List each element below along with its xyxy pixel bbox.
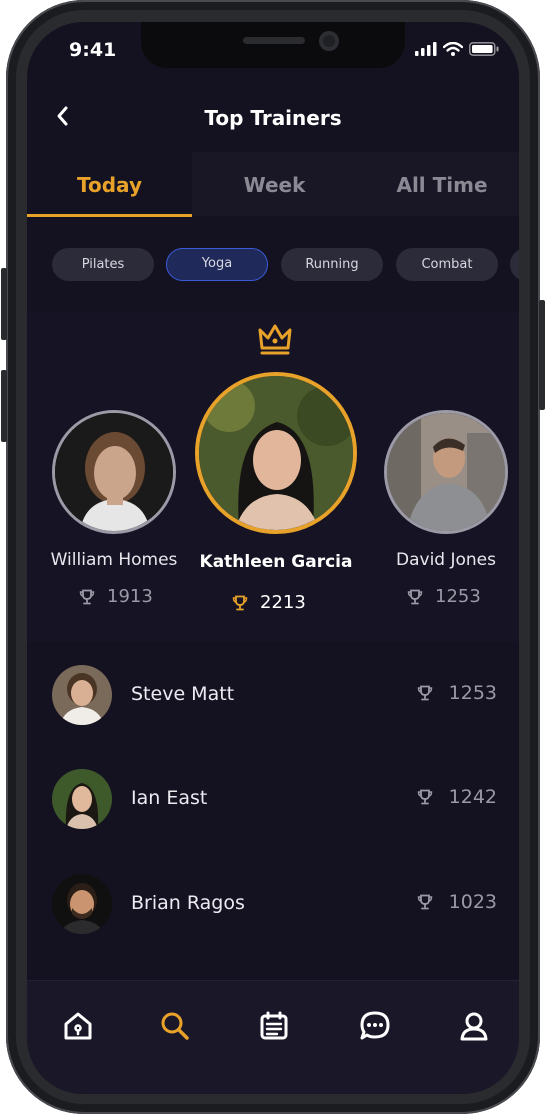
period-tabs: Today Week All Time [27, 152, 519, 216]
profile-icon [460, 1012, 488, 1041]
trainer-name: Ian East [131, 787, 208, 809]
signal-icon [415, 42, 437, 56]
second-place-score: 1913 [79, 586, 153, 607]
bottom-nav [27, 980, 519, 1094]
score-value: 1253 [448, 682, 497, 704]
battery-icon [469, 42, 499, 56]
list-item[interactable]: Steve Matt 1253 [27, 655, 519, 735]
category-chips: Pilates Yoga Running Combat [27, 248, 519, 282]
trophy-icon [417, 685, 432, 701]
first-place-name: Kathleen Garcia [199, 552, 353, 572]
chip-pilates[interactable]: Pilates [52, 248, 154, 281]
nav-calendar[interactable] [257, 1009, 291, 1043]
trophy-icon [417, 894, 432, 910]
score-value: 1253 [435, 586, 481, 607]
avatar [52, 874, 112, 934]
trainer-score: 1253 [417, 682, 497, 704]
volume-down-button [1, 370, 7, 442]
chip-combat[interactable]: Combat [396, 248, 498, 281]
calendar-icon [260, 1011, 288, 1040]
trainer-name: Brian Ragos [131, 892, 245, 914]
trainer-photo [52, 665, 112, 725]
active-tab-indicator [27, 214, 192, 217]
avatar-second-place[interactable] [52, 410, 176, 534]
second-place-name: William Homes [50, 550, 178, 570]
nav-home[interactable] [61, 1009, 95, 1043]
tab-all-time[interactable]: All Time [357, 152, 519, 216]
list-item[interactable]: Brian Ragos 1023 [27, 864, 519, 944]
trainer-photo [52, 769, 112, 829]
score-value: 1023 [448, 891, 497, 913]
nav-search[interactable] [158, 1009, 192, 1043]
app-screen: 9:41 Top Trainers Today Week All Time Pi… [27, 22, 519, 1094]
score-value: 1242 [448, 786, 497, 808]
trophy-icon [417, 789, 432, 805]
status-icons [415, 42, 499, 56]
avatar-third-place[interactable] [384, 410, 508, 534]
trophy-icon [407, 589, 423, 604]
trainer-photo [199, 376, 353, 530]
avatar [52, 769, 112, 829]
trainer-photo [52, 874, 112, 934]
trainer-photo [55, 413, 173, 531]
first-place-score: 2213 [232, 592, 306, 613]
trainer-photo [387, 413, 505, 531]
avatar-first-place[interactable] [195, 372, 357, 534]
nav-chat[interactable] [358, 1009, 392, 1043]
notch [141, 22, 405, 68]
score-value: 1913 [107, 586, 153, 607]
trainer-score: 1023 [417, 891, 497, 913]
third-place-name: David Jones [396, 550, 496, 570]
tab-today[interactable]: Today [27, 152, 192, 216]
trainer-score: 1242 [417, 786, 497, 808]
chip-more[interactable] [510, 248, 519, 281]
score-value: 2213 [260, 592, 306, 613]
status-time: 9:41 [69, 39, 117, 61]
chip-running[interactable]: Running [281, 248, 383, 281]
chip-yoga[interactable]: Yoga [166, 248, 268, 281]
crown-icon [258, 324, 292, 355]
wifi-icon [443, 42, 463, 56]
third-place-score: 1253 [407, 586, 481, 607]
trainer-name: Steve Matt [131, 683, 235, 705]
avatar [52, 665, 112, 725]
volume-up-button [1, 268, 7, 340]
power-button [539, 300, 545, 410]
nav-profile[interactable] [457, 1009, 491, 1043]
trophy-icon [232, 595, 248, 610]
page-title: Top Trainers [204, 106, 342, 130]
list-item[interactable]: Ian East 1242 [27, 759, 519, 839]
tab-week[interactable]: Week [192, 152, 357, 216]
trophy-icon [79, 589, 95, 604]
home-icon [64, 1012, 92, 1040]
search-icon [161, 1012, 189, 1040]
chat-icon [360, 1011, 390, 1040]
